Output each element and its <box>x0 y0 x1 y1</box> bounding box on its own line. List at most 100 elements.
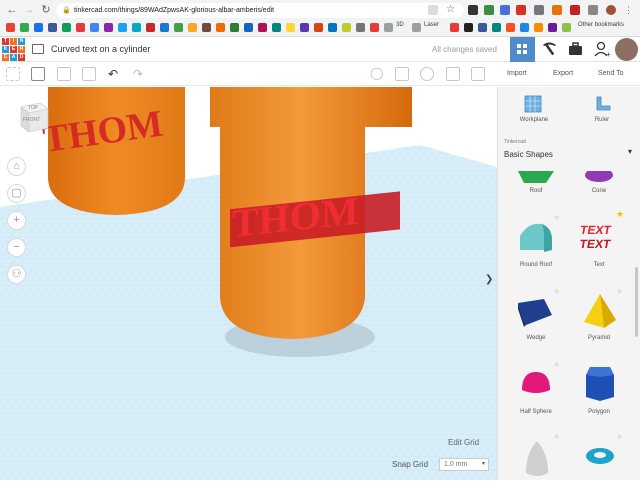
bookmark-icon[interactable] <box>328 23 337 32</box>
bookmark-icon[interactable] <box>534 23 543 32</box>
sidebar-scrollbar[interactable] <box>635 267 638 337</box>
url-bar[interactable]: 🔒 tinkercad.com/things/89WAdZpwsAK-glori… <box>56 3 464 18</box>
scene-canvas[interactable]: THOM THOM <box>0 87 497 480</box>
briefcase-icon[interactable] <box>563 37 588 62</box>
zoom-out-button[interactable]: − <box>7 238 26 257</box>
back-icon[interactable]: ← <box>6 4 18 16</box>
bookmark-icon[interactable] <box>370 23 379 32</box>
shape-half-sphere[interactable] <box>520 370 552 398</box>
workplane-icon[interactable] <box>524 95 542 113</box>
view-cube[interactable]: TOP FRONT <box>18 101 51 134</box>
shape-pyramid[interactable] <box>582 292 618 330</box>
menu-icon[interactable]: ⋮ <box>624 5 634 15</box>
extension-icon[interactable] <box>500 5 510 15</box>
ruler-label[interactable]: Ruler <box>577 117 627 123</box>
extension-icon[interactable] <box>534 5 544 15</box>
align-icon[interactable] <box>446 67 460 81</box>
bookmark-icon[interactable] <box>104 23 113 32</box>
bookmark-icon[interactable] <box>244 23 253 32</box>
bookmark-icon[interactable] <box>450 23 459 32</box>
folder-icon[interactable] <box>412 23 421 32</box>
edit-grid-button[interactable]: Edit Grid <box>448 438 479 447</box>
chevron-right-icon[interactable]: ❯ <box>485 274 493 285</box>
bookmark-icon[interactable] <box>520 23 529 32</box>
bookmark-icon[interactable] <box>90 23 99 32</box>
3d-view-icon[interactable] <box>510 37 535 62</box>
bookmark-icon[interactable] <box>230 23 239 32</box>
home-view-button[interactable]: ⌂ <box>7 157 26 176</box>
other-bookmarks[interactable]: Other bookmarks <box>578 22 624 28</box>
bookmark-icon[interactable] <box>356 23 365 32</box>
bookmark-icon[interactable] <box>216 23 225 32</box>
mirror-icon[interactable] <box>471 67 485 81</box>
bookmark-icon[interactable] <box>562 23 571 32</box>
folder-icon[interactable] <box>384 23 393 32</box>
bookmark-icon[interactable] <box>48 23 57 32</box>
shape-text[interactable]: TEXT TEXT <box>579 220 620 254</box>
star-icon[interactable]: ★ <box>553 213 560 222</box>
ruler-icon[interactable] <box>594 95 612 113</box>
shape-polygon[interactable] <box>584 363 616 403</box>
duplicate-icon[interactable] <box>57 67 71 81</box>
light-icon[interactable]: ◯ <box>370 66 383 80</box>
tinkercad-logo[interactable]: T I N K E R C A D <box>2 38 25 61</box>
import-button[interactable]: Import <box>507 70 527 77</box>
shape-paraboloid[interactable] <box>524 439 550 479</box>
bookmark-icon[interactable] <box>300 23 309 32</box>
extension-icon[interactable] <box>516 5 526 15</box>
bookmark-icon[interactable] <box>258 23 267 32</box>
bookmark-icon[interactable] <box>118 23 127 32</box>
extension-icon[interactable] <box>552 5 562 15</box>
shape-round-roof[interactable] <box>516 220 556 254</box>
avatar[interactable] <box>606 5 616 15</box>
star-icon[interactable]: ★ <box>553 287 560 296</box>
star-icon[interactable]: ★ <box>616 209 624 220</box>
design-title[interactable]: Curved text on a cylinder <box>51 44 151 54</box>
extension-icon[interactable] <box>588 5 598 15</box>
shape-torus[interactable] <box>584 445 616 467</box>
shape-cone[interactable] <box>584 171 614 185</box>
workplane-label[interactable]: Workplane <box>509 117 559 123</box>
open-tab-icon[interactable] <box>428 5 438 15</box>
forward-icon[interactable]: → <box>23 4 35 16</box>
bookmark-icon[interactable] <box>506 23 515 32</box>
bookmark-icon[interactable] <box>286 23 295 32</box>
bookmark-icon[interactable] <box>34 23 43 32</box>
perspective-button[interactable]: ⚇ <box>7 265 26 284</box>
reload-icon[interactable]: ↻ <box>40 4 52 16</box>
shape-wedge[interactable] <box>516 295 556 329</box>
extension-icon[interactable] <box>570 5 580 15</box>
send-to-button[interactable]: Send To <box>598 70 624 77</box>
design-list-icon[interactable] <box>32 44 44 54</box>
bookmark-icon[interactable] <box>492 23 501 32</box>
add-user-icon[interactable]: + <box>590 37 615 62</box>
bookmark-icon[interactable] <box>174 23 183 32</box>
star-icon[interactable]: ★ <box>616 432 623 441</box>
extension-icon[interactable] <box>468 5 478 15</box>
bookmark-icon[interactable] <box>62 23 71 32</box>
bookmark-icon[interactable] <box>146 23 155 32</box>
hole-icon[interactable] <box>420 67 434 81</box>
redo-icon[interactable]: ↷ <box>133 67 143 81</box>
star-icon[interactable]: ☆ <box>446 5 456 15</box>
bookmark-icon[interactable] <box>314 23 323 32</box>
star-icon[interactable]: ★ <box>616 287 623 296</box>
extension-icon[interactable] <box>484 5 494 15</box>
bookmark-icon[interactable] <box>160 23 169 32</box>
shape-roof[interactable] <box>516 171 556 189</box>
bookmark-icon[interactable] <box>76 23 85 32</box>
view-cube-top[interactable]: TOP <box>28 105 38 111</box>
bookmark-icon[interactable] <box>202 23 211 32</box>
bookmark-icon[interactable] <box>132 23 141 32</box>
snap-grid-select[interactable]: 1.0 mm ▾ <box>439 458 489 471</box>
gmail-icon[interactable] <box>6 23 15 32</box>
avatar[interactable] <box>615 38 638 61</box>
bookmark-icon[interactable] <box>188 23 197 32</box>
bookmark-folder-3d[interactable]: 3D <box>396 22 404 28</box>
workplane-viewport[interactable]: THOM THOM TOP FRONT ⌂ ▢ + − ⚇ <box>0 87 497 480</box>
zoom-in-button[interactable]: + <box>7 211 26 230</box>
bookmark-icon[interactable] <box>342 23 351 32</box>
star-icon[interactable]: ★ <box>553 360 560 369</box>
undo-icon[interactable]: ↶ <box>108 67 118 81</box>
bookmark-icon[interactable] <box>272 23 281 32</box>
